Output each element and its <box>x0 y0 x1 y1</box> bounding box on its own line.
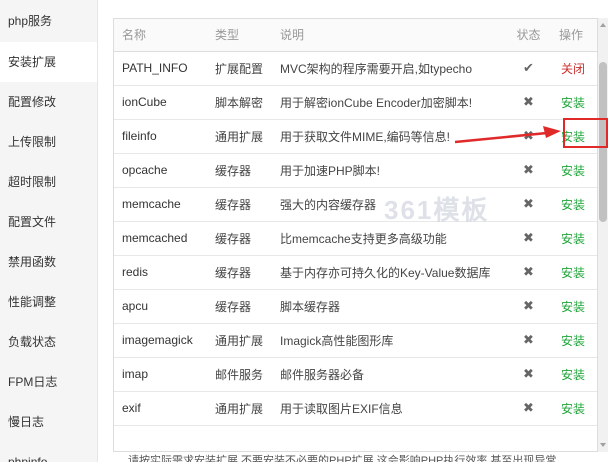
extension-type: 通用扩展 <box>207 119 272 154</box>
header-status: 状态 <box>506 19 551 52</box>
extension-type: 缓存器 <box>207 255 272 290</box>
table-row: PATH_INFO 扩展配置 MVC架构的程序需要开启,如typecho ✔ 关闭 <box>114 51 597 86</box>
table-scrollbar[interactable] <box>598 18 608 452</box>
extension-description: Imagick高性能图形库 <box>272 323 506 358</box>
extension-status-icon: ✖ <box>506 357 551 392</box>
extension-type: 通用扩展 <box>207 391 272 426</box>
extension-status-icon: ✖ <box>506 221 551 256</box>
sidebar-item-load-status[interactable]: 负载状态 <box>0 322 97 362</box>
extension-type: 缓存器 <box>207 187 272 222</box>
extension-name: redis <box>114 255 207 290</box>
header-name: 名称 <box>114 19 207 52</box>
main-panel: 名称 类型 说明 状态 操作 PATH_INFO 扩展配置 MVC架构的程序需要开启… <box>98 0 608 462</box>
table-row: opcache 缓存器 用于加速PHP脚本! ✖ 安装 <box>114 153 597 188</box>
extension-description: 用于加速PHP脚本! <box>272 153 506 188</box>
header-type: 类型 <box>207 19 272 52</box>
extension-description: 基于内存亦可持久化的Key-Value数据库 <box>272 255 506 290</box>
sidebar: php服务 安装扩展 配置修改 上传限制 超时限制 配置文件 禁用函数 性能调整… <box>0 0 98 462</box>
sidebar-item-php-service[interactable]: php服务 <box>0 0 97 42</box>
extension-status-icon: ✖ <box>506 323 551 358</box>
sidebar-item-upload-limit[interactable]: 上传限制 <box>0 122 97 162</box>
sidebar-item-install-extension[interactable]: 安装扩展 <box>0 42 97 82</box>
extension-description: MVC架构的程序需要开启,如typecho <box>272 51 506 86</box>
sidebar-item-phpinfo[interactable]: phpinfo <box>0 442 97 462</box>
extension-action-button[interactable]: 安装 <box>561 368 585 382</box>
extension-type: 缓存器 <box>207 221 272 256</box>
sidebar-item-performance[interactable]: 性能调整 <box>0 282 97 322</box>
extension-description: 用于读取图片EXIF信息 <box>272 391 506 426</box>
extension-description: 脚本缓存器 <box>272 289 506 324</box>
table-row: memcached 缓存器 比memcache支持更多高级功能 ✖ 安装 <box>114 221 597 256</box>
extension-table: 名称 类型 说明 状态 操作 PATH_INFO 扩展配置 MVC架构的程序需要开启… <box>114 19 597 426</box>
sidebar-item-config-file[interactable]: 配置文件 <box>0 202 97 242</box>
extension-type: 扩展配置 <box>207 51 272 86</box>
extension-status-icon: ✔ <box>506 51 551 86</box>
extension-status-icon: ✖ <box>506 153 551 188</box>
extension-description: 邮件服务器必备 <box>272 357 506 392</box>
extension-action-button[interactable]: 安装 <box>561 266 585 280</box>
extension-name: ionCube <box>114 85 207 120</box>
header-desc: 说明 <box>272 19 506 52</box>
table-row: exif 通用扩展 用于读取图片EXIF信息 ✖ 安装 <box>114 391 597 426</box>
extension-name: opcache <box>114 153 207 188</box>
annotation-arrow-icon <box>455 126 561 144</box>
extension-action-button[interactable]: 安装 <box>561 300 585 314</box>
table-row: imagemagick 通用扩展 Imagick高性能图形库 ✖ 安装 <box>114 323 597 358</box>
extension-status-icon: ✖ <box>506 85 551 120</box>
extension-description: 强大的内容缓存器 <box>272 187 506 222</box>
table-row: memcache 缓存器 强大的内容缓存器 ✖ 安装 <box>114 187 597 222</box>
extension-status-icon: ✖ <box>506 255 551 290</box>
extension-status-icon: ✖ <box>506 289 551 324</box>
extension-action-button[interactable]: 安装 <box>561 198 585 212</box>
table-row: ionCube 脚本解密 用于解密ionCube Encoder加密脚本! ✖ 安装 <box>114 85 597 120</box>
extension-name: apcu <box>114 289 207 324</box>
extension-name: PATH_INFO <box>114 51 207 86</box>
extension-type: 缓存器 <box>207 289 272 324</box>
extension-name: memcached <box>114 221 207 256</box>
table-row: imap 邮件服务 邮件服务器必备 ✖ 安装 <box>114 357 597 392</box>
footer-note: 请按实际需求安装扩展,不要安装不必要的PHP扩展,这会影响PHP执行效率,甚至出… <box>128 455 557 462</box>
sidebar-item-timeout-limit[interactable]: 超时限制 <box>0 162 97 202</box>
extension-status-icon: ✖ <box>506 187 551 222</box>
sidebar-item-slow-log[interactable]: 慢日志 <box>0 402 97 442</box>
extension-action-button[interactable]: 安装 <box>561 334 585 348</box>
extension-name: imap <box>114 357 207 392</box>
sidebar-item-disabled-functions[interactable]: 禁用函数 <box>0 242 97 282</box>
scroll-down-arrow-icon[interactable] <box>598 438 608 452</box>
extension-name: fileinfo <box>114 119 207 154</box>
extension-name: imagemagick <box>114 323 207 358</box>
extension-type: 邮件服务 <box>207 357 272 392</box>
extension-type: 脚本解密 <box>207 85 272 120</box>
sidebar-item-config-modify[interactable]: 配置修改 <box>0 82 97 122</box>
table-header-row: 名称 类型 说明 状态 操作 <box>114 19 597 52</box>
extension-action-button[interactable]: 安装 <box>561 96 585 110</box>
sidebar-item-fpm-log[interactable]: FPM日志 <box>0 362 97 402</box>
extension-action-button[interactable]: 安装 <box>561 164 585 178</box>
extension-status-icon: ✖ <box>506 391 551 426</box>
header-action: 操作 <box>551 19 597 52</box>
extension-action-button[interactable]: 关闭 <box>561 62 585 76</box>
table-row: apcu 缓存器 脚本缓存器 ✖ 安装 <box>114 289 597 324</box>
extension-type: 缓存器 <box>207 153 272 188</box>
extension-name: memcache <box>114 187 207 222</box>
scroll-up-arrow-icon[interactable] <box>598 18 608 32</box>
extension-action-button[interactable]: 安装 <box>561 232 585 246</box>
extension-type: 通用扩展 <box>207 323 272 358</box>
table-row: redis 缓存器 基于内存亦可持久化的Key-Value数据库 ✖ 安装 <box>114 255 597 290</box>
annotation-highlight-box <box>563 118 608 148</box>
extension-action-button[interactable]: 安装 <box>561 402 585 416</box>
extension-description: 比memcache支持更多高级功能 <box>272 221 506 256</box>
extension-description: 用于解密ionCube Encoder加密脚本! <box>272 85 506 120</box>
extension-table-container: 名称 类型 说明 状态 操作 PATH_INFO 扩展配置 MVC架构的程序需要开启… <box>113 18 598 452</box>
extension-name: exif <box>114 391 207 426</box>
